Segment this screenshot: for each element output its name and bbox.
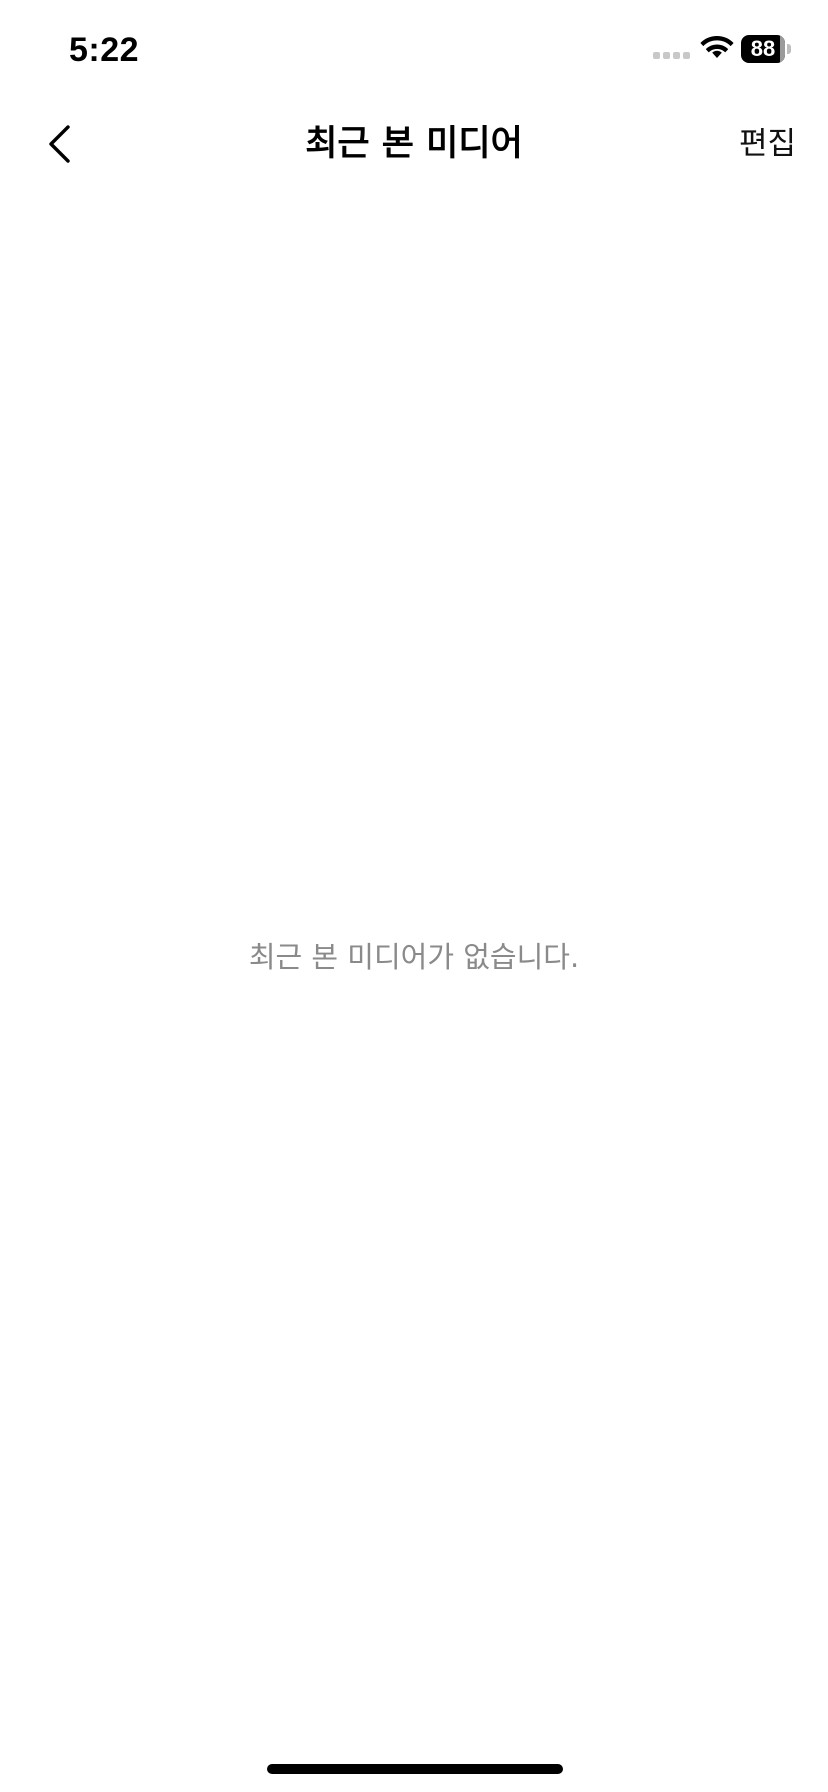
edit-button[interactable]: 편집 <box>739 120 796 168</box>
empty-state-message: 최근 본 미디어가 없습니다. <box>248 940 580 974</box>
page-title: 최근 본 미디어 <box>305 124 523 164</box>
wifi-icon <box>700 36 734 58</box>
cellular-signal-icon <box>653 52 690 59</box>
back-button[interactable] <box>30 114 90 174</box>
navigation-bar: 최근 본 미디어 편집 <box>0 100 828 188</box>
status-bar: 5:22 88 <box>0 0 828 100</box>
battery-icon: 88 <box>741 35 791 63</box>
battery-percent: 88 <box>750 36 776 61</box>
home-indicator <box>267 1764 563 1774</box>
chevron-left-icon <box>49 125 70 163</box>
status-time: 5:22 <box>69 31 140 69</box>
